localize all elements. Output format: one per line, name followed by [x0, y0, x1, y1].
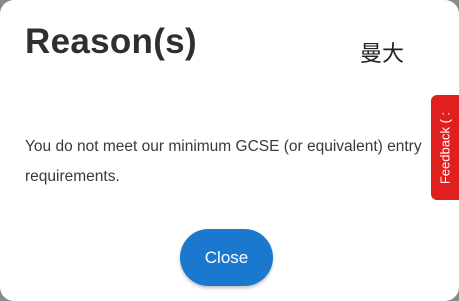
feedback-tab[interactable]: Feedback ( : — [431, 95, 459, 200]
feedback-label: Feedback ( : — [437, 111, 453, 184]
reason-message: You do not meet our minimum GCSE (or equ… — [25, 138, 422, 185]
close-button[interactable]: Close — [180, 229, 273, 286]
watermark-text: 曼大 — [360, 42, 405, 67]
dialog-title: Reason(s) — [25, 22, 197, 61]
reasons-dialog: Reason(s) 曼大 You do not meet our minimum… — [0, 0, 459, 301]
